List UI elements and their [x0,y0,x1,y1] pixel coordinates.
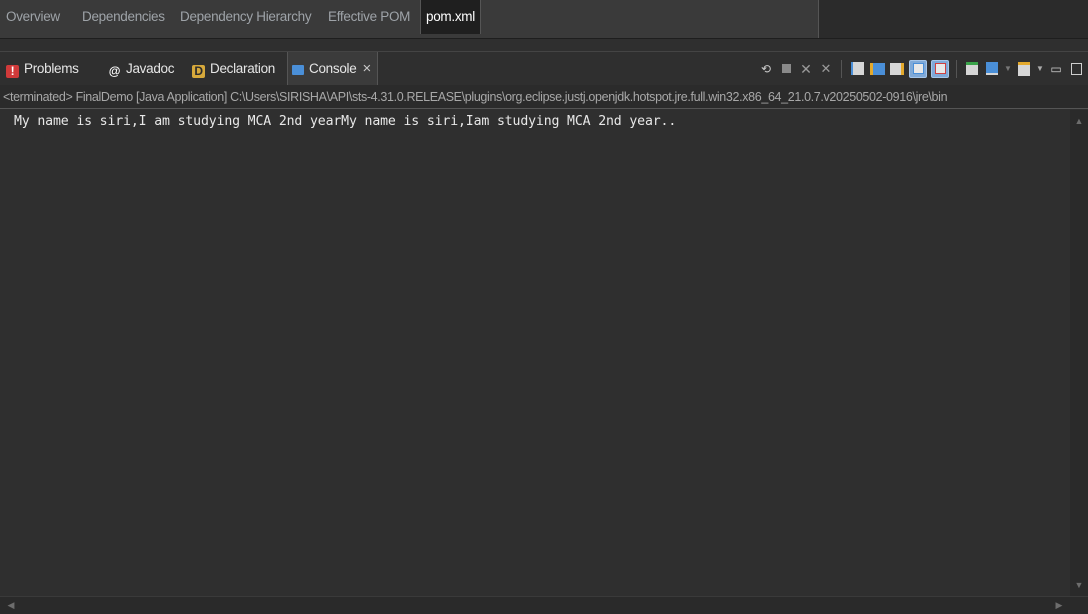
remove-all-terminated-icon[interactable]: ✕ [818,61,834,77]
tab-javadoc[interactable]: @ Javadoc [108,52,175,85]
close-console-icon[interactable]: × [362,60,371,77]
display-console-dropdown-icon[interactable]: ▼ [1004,61,1012,77]
tab-declaration[interactable]: D Declaration [192,52,275,85]
remove-launch-icon[interactable]: ✕ [798,61,814,77]
tab-problems[interactable]: ! Problems [6,52,79,85]
console-process-label: <terminated> FinalDemo [Java Application… [0,85,1088,109]
display-console-icon[interactable] [984,61,1000,77]
console-icon [292,65,304,75]
editor-tab-strip: Overview Dependencies Dependency Hierarc… [0,0,819,38]
open-console-dropdown-icon[interactable]: ▼ [1036,61,1044,77]
toolbar-separator [841,59,842,78]
problems-icon: ! [6,65,19,78]
scroll-down-icon[interactable]: ▼ [1070,576,1088,594]
tab-javadoc-label: Javadoc [126,61,175,76]
tab-console[interactable]: Console × [287,52,378,85]
maximize-icon[interactable] [1068,61,1084,77]
word-wrap-icon[interactable] [889,61,905,77]
declaration-icon: D [192,65,205,78]
editor-tab-bar: Overview Dependencies Dependency Hierarc… [0,0,1088,39]
tab-dependency-hierarchy[interactable]: Dependency Hierarchy [180,0,312,34]
tab-overview[interactable]: Overview [6,0,60,34]
stop-icon[interactable] [778,61,794,77]
tab-dependencies[interactable]: Dependencies [82,0,165,34]
console-toolbar: ⟲ ✕ ✕ ▼ ▼ ▭ [758,52,1088,85]
tab-declaration-label: Declaration [210,61,275,76]
clear-console-icon[interactable] [849,61,865,77]
terminate-relaunch-icon[interactable]: ⟲ [758,61,774,77]
open-console-icon[interactable] [1016,61,1032,77]
toolbar-separator [956,59,957,78]
minimize-icon[interactable]: ▭ [1048,61,1064,77]
scroll-lock-icon[interactable] [869,61,885,77]
editor-empty-area [820,0,1088,38]
console-output-line: My name is siri,I am studying MCA 2nd ye… [14,114,677,129]
show-on-stdout-icon[interactable] [909,59,927,78]
horizontal-scrollbar[interactable]: ◀ ▶ [0,596,1088,614]
tab-pom-xml[interactable]: pom.xml [420,0,481,34]
scroll-left-icon[interactable]: ◀ [2,596,20,614]
vertical-scrollbar[interactable]: ▲ ▼ [1070,110,1088,596]
tab-effective-pom[interactable]: Effective POM [328,0,410,34]
view-tab-bar: ! Problems @ Javadoc D Declaration Console ×… [0,51,1088,85]
javadoc-icon: @ [108,64,121,78]
show-on-stderr-icon[interactable] [931,59,949,78]
tab-problems-label: Problems [24,61,79,76]
tab-console-label: Console [309,61,357,76]
scroll-right-icon[interactable]: ▶ [1050,596,1068,614]
pin-console-icon[interactable] [964,61,980,77]
console-output-area[interactable]: My name is siri,I am studying MCA 2nd ye… [8,110,1070,596]
scroll-up-icon[interactable]: ▲ [1070,112,1088,130]
